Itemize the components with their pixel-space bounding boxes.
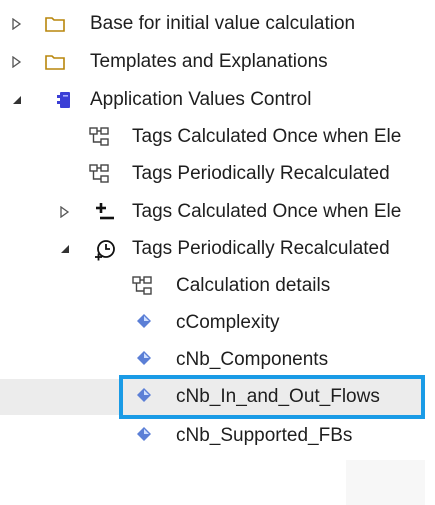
expand-arrow-icon[interactable] bbox=[12, 18, 22, 30]
tree-item-calculation-details[interactable]: Calculation details bbox=[0, 268, 435, 304]
tree-item-label: Base for initial value calculation bbox=[90, 13, 356, 34]
diagram-icon bbox=[88, 163, 110, 185]
package-icon bbox=[54, 89, 76, 111]
tree-item-templates-and-explanations[interactable]: Templates and Explanations bbox=[0, 44, 435, 80]
tree-item-cnb-components[interactable]: cNb_Components bbox=[0, 342, 435, 378]
diagram-icon bbox=[131, 275, 153, 297]
folder-icon bbox=[44, 13, 66, 35]
tag-icon bbox=[133, 425, 155, 447]
tree-item-label: Tags Calculated Once when Ele bbox=[132, 126, 402, 147]
tree-item-label: cNb_In_and_Out_Flows bbox=[176, 386, 380, 407]
tree-item-tags-calculated-once-diagram[interactable]: Tags Calculated Once when Ele bbox=[0, 119, 435, 155]
tree-item-label: cComplexity bbox=[176, 312, 280, 333]
tree-item-label: Application Values Control bbox=[90, 89, 312, 110]
diagram-icon bbox=[88, 126, 110, 148]
expand-arrow-icon[interactable] bbox=[60, 206, 70, 218]
tag-icon bbox=[133, 312, 155, 334]
collapse-arrow-icon[interactable] bbox=[60, 243, 70, 255]
expand-arrow-icon[interactable] bbox=[12, 56, 22, 68]
tree-item-cnb-in-and-out-flows[interactable]: cNb_In_and_Out_Flows bbox=[0, 379, 435, 415]
tag-icon bbox=[133, 349, 155, 371]
tree-item-label: Tags Calculated Once when Ele bbox=[132, 201, 402, 222]
tree-item-label: Templates and Explanations bbox=[90, 51, 328, 72]
panel-right-edge bbox=[425, 0, 435, 505]
project-browser-tree: Base for initial value calculation Templ… bbox=[0, 0, 435, 505]
plus-minus-icon bbox=[94, 201, 116, 223]
folder-icon bbox=[44, 51, 66, 73]
tree-item-label: Tags Periodically Recalculated bbox=[132, 163, 390, 184]
tree-item-ccomplexity[interactable]: cComplexity bbox=[0, 305, 435, 341]
tag-icon bbox=[133, 386, 155, 408]
collapse-arrow-icon[interactable] bbox=[12, 94, 22, 106]
tree-item-cnb-supported-fbs[interactable]: cNb_Supported_FBs bbox=[0, 418, 435, 454]
tree-item-application-values-control[interactable]: Application Values Control bbox=[0, 82, 435, 118]
tree-item-tags-calculated-once-package[interactable]: Tags Calculated Once when Ele bbox=[0, 194, 435, 230]
tree-item-base-for-initial-value[interactable]: Base for initial value calculation bbox=[0, 6, 435, 42]
tree-item-label: cNb_Components bbox=[176, 349, 329, 370]
tree-item-label: Calculation details bbox=[176, 275, 331, 296]
tree-item-tags-periodically-package[interactable]: Tags Periodically Recalculated bbox=[0, 231, 435, 267]
tree-item-tags-periodically-diagram[interactable]: Tags Periodically Recalculated bbox=[0, 156, 435, 192]
tree-item-label: Tags Periodically Recalculated bbox=[132, 238, 390, 259]
clock-icon bbox=[93, 238, 115, 261]
panel-shade bbox=[346, 460, 435, 505]
tree-item-label: cNb_Supported_FBs bbox=[176, 425, 353, 446]
